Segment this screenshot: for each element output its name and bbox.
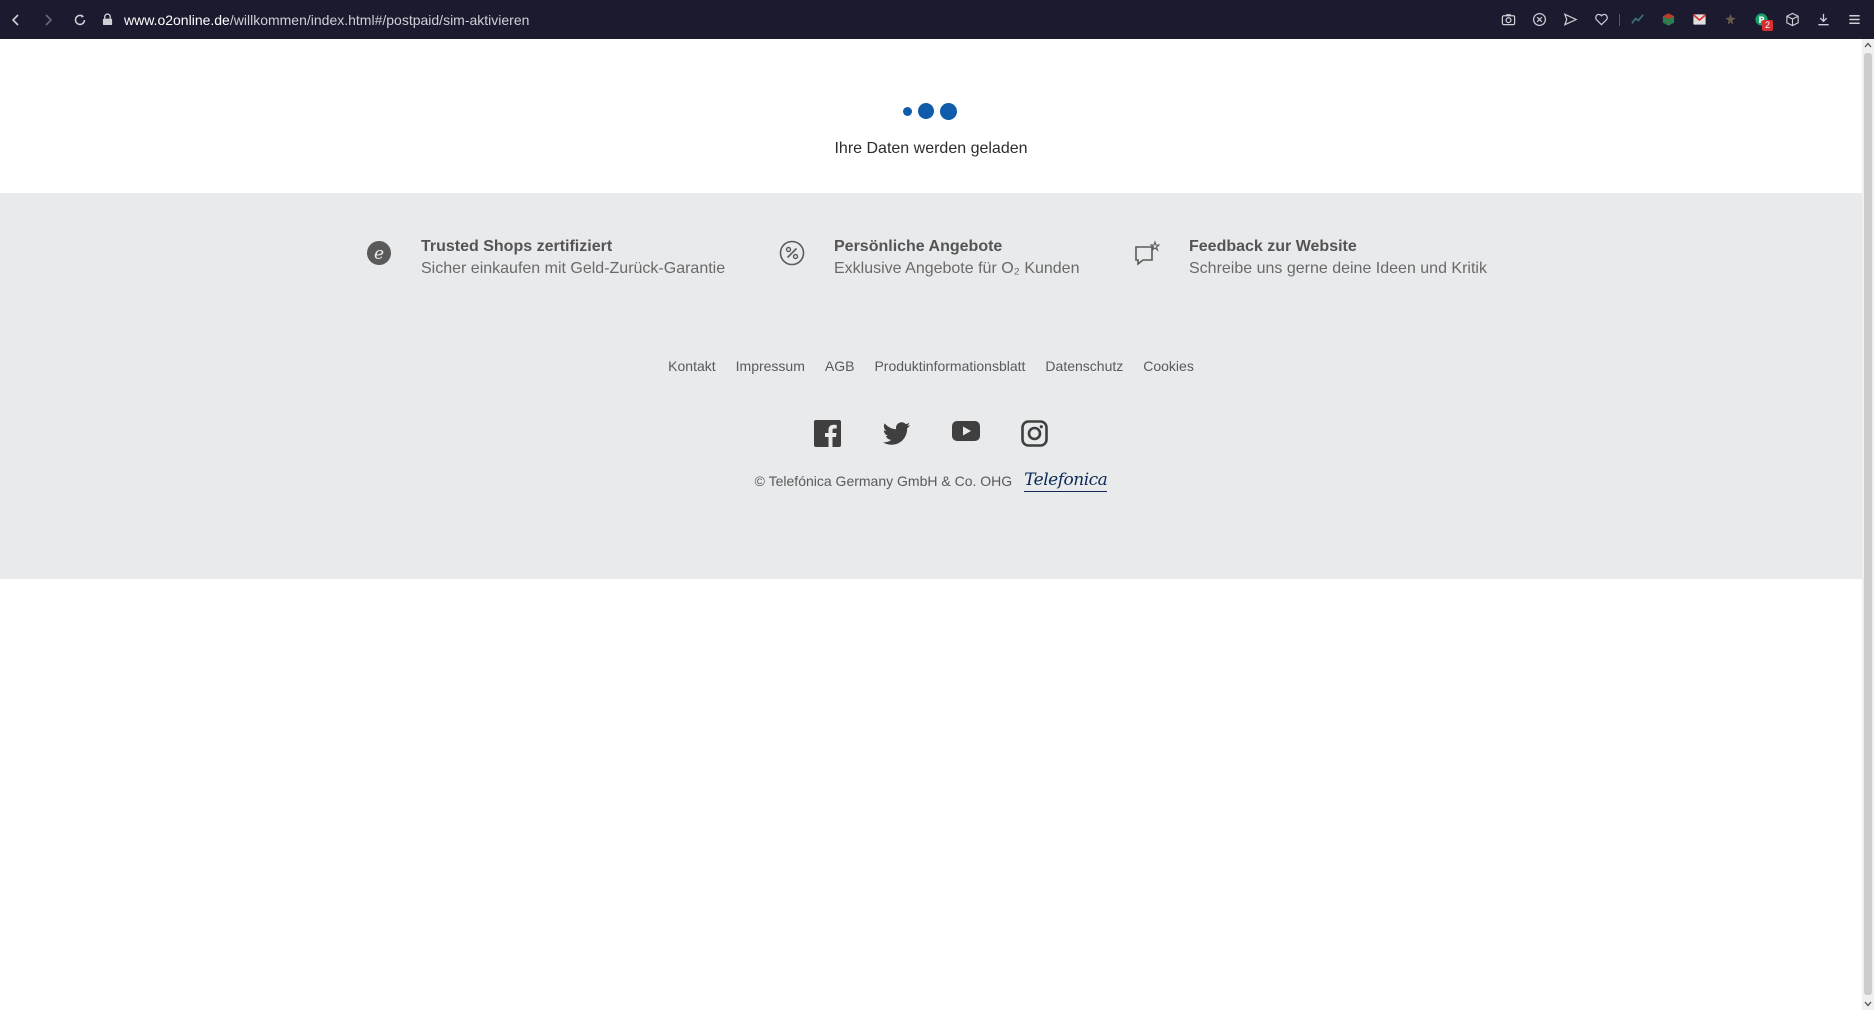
extension-bar: P 2 (1493, 0, 1870, 39)
trusted-shops-icon: e (361, 240, 397, 276)
back-button[interactable] (0, 0, 32, 39)
footer-link-agb[interactable]: AGB (825, 358, 855, 374)
loading-dot (903, 106, 912, 116)
footer-link-datenschutz[interactable]: Datenschutz (1045, 358, 1123, 374)
feature-feedback[interactable]: Feedback zur Website Schreibe uns gerne … (1129, 236, 1487, 280)
camera-icon[interactable] (1493, 0, 1524, 39)
cube-icon[interactable] (1777, 0, 1808, 39)
extension-badge: 2 (1762, 20, 1773, 31)
browser-toolbar: www.o2online.de/willkommen/index.html#/p… (0, 0, 1874, 39)
feature-title: Persönliche Angebote (834, 238, 1003, 255)
youtube-icon[interactable] (951, 419, 980, 448)
menu-icon[interactable] (1839, 0, 1870, 39)
loading-dot (940, 102, 957, 120)
feature-trusted-shops[interactable]: e Trusted Shops zertifiziert Sicher eink… (361, 236, 725, 280)
feature-subtitle: Schreibe uns gerne deine Ideen und Kriti… (1189, 260, 1487, 277)
reload-icon (74, 14, 86, 25)
extension-icon[interactable] (1622, 0, 1653, 39)
percent-icon (774, 240, 810, 276)
scroll-up-icon[interactable] (1862, 39, 1874, 51)
facebook-icon[interactable] (813, 419, 842, 448)
url-domain: www.o2online.de (124, 11, 230, 28)
scroll-thumb[interactable] (1864, 53, 1872, 995)
feature-offers[interactable]: Persönliche Angebote Exklusive Angebote … (774, 236, 1079, 280)
extension-icon[interactable] (1684, 0, 1715, 39)
footer-links: Kontakt Impressum AGB Produktinformation… (0, 358, 1862, 374)
instagram-icon[interactable] (1020, 419, 1049, 448)
reload-button[interactable] (64, 0, 96, 39)
site-footer: e Trusted Shops zertifiziert Sicher eink… (0, 193, 1862, 579)
loading-spinner (903, 101, 957, 121)
twitter-icon[interactable] (882, 419, 911, 448)
footer-link-impressum[interactable]: Impressum (736, 358, 805, 374)
feature-title: Trusted Shops zertifiziert (421, 238, 613, 255)
forward-button[interactable] (32, 0, 64, 39)
social-links (0, 419, 1862, 448)
send-icon[interactable] (1555, 0, 1586, 39)
shield-x-icon[interactable] (1524, 0, 1555, 39)
feature-title: Feedback zur Website (1189, 238, 1357, 255)
loading-text: Ihre Daten werden geladen (834, 140, 1028, 157)
page-scrollbar[interactable] (1862, 39, 1874, 1010)
feature-subtitle: Exklusive Angebote für O₂ Kunden (834, 260, 1080, 277)
extension-icon[interactable]: P 2 (1746, 0, 1777, 39)
extension-icon[interactable] (1653, 0, 1684, 39)
copyright-text: © Telefónica Germany GmbH & Co. OHG (754, 473, 1013, 489)
page-content: Ihre Daten werden geladen e Trusted Shop… (0, 39, 1862, 1010)
heart-icon[interactable] (1586, 0, 1617, 39)
telefonica-logo[interactable]: Telefonica (1024, 470, 1108, 492)
address-bar[interactable]: www.o2online.de/willkommen/index.html#/p… (102, 0, 529, 39)
copyright: © Telefónica Germany GmbH & Co. OHG Tele… (0, 470, 1862, 492)
scroll-down-icon[interactable] (1862, 998, 1874, 1010)
loading-section: Ihre Daten werden geladen (0, 39, 1862, 193)
footer-link-kontakt[interactable]: Kontakt (668, 358, 715, 374)
forward-icon (45, 13, 53, 26)
toolbar-separator (1619, 13, 1620, 26)
extension-icon[interactable] (1715, 0, 1746, 39)
feedback-icon (1129, 240, 1165, 276)
footer-link-cookies[interactable]: Cookies (1143, 358, 1194, 374)
back-icon (11, 13, 19, 26)
url-path: /willkommen/index.html#/postpaid/sim-akt… (229, 11, 530, 28)
svg-text:e: e (374, 244, 384, 264)
loading-dot (918, 103, 934, 119)
feature-subtitle: Sicher einkaufen mit Geld-Zurück-Garanti… (421, 260, 726, 277)
lock-icon (102, 13, 124, 26)
download-icon[interactable] (1808, 0, 1839, 39)
footer-link-produktinformationsblatt[interactable]: Produktinformationsblatt (874, 358, 1025, 374)
